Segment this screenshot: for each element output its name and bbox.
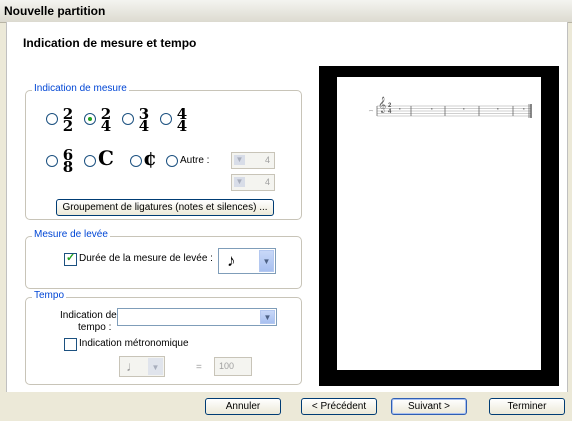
time-sig-3-4-glyph: 34: [138, 105, 150, 135]
common-time-glyph: C: [98, 146, 114, 170]
radio-common-time[interactable]: [84, 155, 96, 167]
window-title: Nouvelle partition: [4, 4, 106, 18]
metronome-note-value: ♩: [126, 358, 140, 374]
radio-4-4[interactable]: [160, 113, 172, 125]
wizard-footer: Annuler < Précédent Suivant > Terminer: [0, 392, 572, 421]
preview-clef: 𝄞: [378, 97, 387, 113]
chevron-down-icon[interactable]: ▼: [234, 155, 245, 165]
radio-6-8[interactable]: [46, 155, 58, 167]
tempo-indication-label-2: tempo :: [78, 322, 112, 333]
pickup-note-select[interactable]: ♪ ▼: [218, 248, 276, 274]
preview-page: 𝄞 2 4: [337, 77, 541, 370]
cancel-button[interactable]: Annuler: [205, 398, 281, 415]
preview-staff: [368, 104, 532, 118]
metronome-checkbox[interactable]: [64, 338, 77, 351]
next-button[interactable]: Suivant >: [391, 398, 467, 415]
time-signature-group: Indication de mesure 22 24 34 44 68 C ¢ …: [25, 83, 302, 220]
chevron-down-icon[interactable]: ▼: [234, 177, 245, 187]
radio-2-2[interactable]: [46, 113, 58, 125]
chevron-down-icon[interactable]: ▼: [260, 310, 275, 324]
pickup-note-value: ♪: [227, 251, 236, 270]
time-sig-6-8-glyph: 68: [62, 146, 74, 176]
pickup-group: Mesure de levée Durée de la mesure de le…: [25, 229, 302, 289]
chevron-down-icon[interactable]: ▼: [148, 358, 163, 375]
time-sig-2-2-glyph: 22: [62, 105, 74, 135]
dialog-window: Nouvelle partition Indication de mesure …: [0, 0, 572, 421]
equals-sign: =: [196, 362, 202, 373]
tempo-group-title: Tempo: [32, 290, 67, 301]
score-preview: 𝄞 2 4: [319, 66, 559, 386]
radio-2-4[interactable]: [84, 113, 96, 125]
wizard-content: Indication de mesure 22 24 34 44 68 C ¢ …: [6, 62, 568, 392]
beam-grouping-button[interactable]: Groupement de ligatures (notes et silenc…: [56, 199, 274, 216]
time-sig-2-4-glyph: 24: [100, 105, 112, 135]
time-signature-group-title: Indication de mesure: [32, 83, 129, 94]
bpm-field[interactable]: 100: [214, 357, 252, 376]
time-sig-4-4-glyph: 44: [176, 105, 188, 135]
bpm-value: 100: [219, 361, 235, 371]
other-numerator-spinner[interactable]: ▼ 4: [231, 152, 275, 169]
radio-3-4[interactable]: [122, 113, 134, 125]
other-label: Autre :: [180, 155, 210, 166]
tempo-indication-label-1: Indication de: [60, 310, 117, 321]
pickup-checkbox[interactable]: [64, 251, 77, 266]
radio-cut-time[interactable]: [130, 155, 142, 167]
pickup-group-title: Mesure de levée: [32, 229, 110, 240]
chevron-down-icon[interactable]: ▼: [259, 250, 274, 272]
metronome-note-select[interactable]: ♩ ▼: [119, 356, 165, 377]
cut-time-glyph: ¢: [143, 146, 157, 170]
previous-button[interactable]: < Précédent: [301, 398, 377, 415]
other-denominator-value: 4: [264, 177, 270, 187]
metronome-label: Indication métronomique: [79, 338, 189, 349]
other-denominator-spinner[interactable]: ▼ 4: [231, 174, 275, 191]
title-bar: Nouvelle partition: [0, 0, 572, 23]
finish-button[interactable]: Terminer: [489, 398, 565, 415]
tempo-indication-select[interactable]: ▼: [117, 308, 277, 326]
other-numerator-value: 4: [264, 155, 270, 165]
preview-time-sig-bottom: 4: [388, 109, 392, 115]
wizard-header: Indication de mesure et tempo: [6, 22, 568, 62]
pickup-checkbox-label: Durée de la mesure de levée :: [79, 253, 213, 264]
page-title: Indication de mesure et tempo: [23, 36, 197, 50]
radio-other[interactable]: [166, 155, 178, 167]
tempo-group: Tempo Indication de tempo : ▼ Indication…: [25, 290, 302, 385]
